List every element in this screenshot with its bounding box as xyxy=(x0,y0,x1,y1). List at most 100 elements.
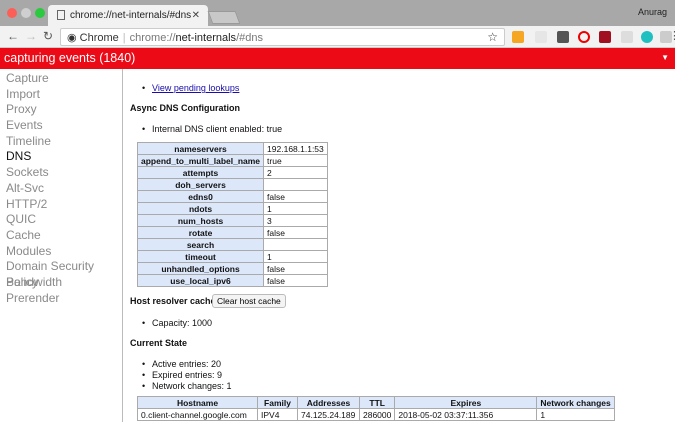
config-value: 1 xyxy=(263,250,328,263)
sidebar-item-bandwidth[interactable]: Bandwidth xyxy=(0,275,122,291)
maximize-window-button[interactable] xyxy=(35,8,45,18)
config-value: false xyxy=(263,190,328,203)
extension-gray-icon[interactable] xyxy=(621,31,633,43)
sidebar-item-alt-svc[interactable]: Alt-Svc xyxy=(0,181,122,197)
config-key: use_local_ipv6 xyxy=(136,274,265,287)
host-resolver-cache-title: Host resolver cache xyxy=(130,296,216,306)
column-header: Hostname xyxy=(137,396,258,409)
config-value xyxy=(263,178,328,191)
current-state-title: Current State xyxy=(130,338,188,348)
internal-dns-status: Internal DNS client enabled: true xyxy=(142,124,282,134)
config-row: num_hosts 3 xyxy=(136,214,328,227)
config-row: edns0 false xyxy=(136,190,328,203)
sidebar: Capture Import Proxy Events Timeline DNS… xyxy=(0,69,123,422)
table-cell: 1 xyxy=(536,408,615,421)
capture-status-bar: capturing events (1840) ▼ xyxy=(0,48,675,69)
clear-host-cache-button[interactable]: Clear host cache xyxy=(212,294,286,308)
omnibox-label: Chrome xyxy=(79,32,119,44)
config-key: nameservers xyxy=(136,142,265,155)
sidebar-item-prerender[interactable]: Prerender xyxy=(0,291,122,307)
reload-icon[interactable]: ↻ xyxy=(43,29,53,43)
table-cell: 74.125.24.189 xyxy=(297,408,360,421)
config-key: edns0 xyxy=(136,190,265,203)
table-row: 0.client-channel.google.com IPV4 74.125.24… xyxy=(137,408,615,421)
config-row: ndots 1 xyxy=(136,202,328,215)
sidebar-item-events[interactable]: Events xyxy=(0,118,122,134)
config-key: append_to_multi_label_name xyxy=(136,154,265,167)
expired-entries: Expired entries: 9 xyxy=(142,370,222,380)
sidebar-item-proxy[interactable]: Proxy xyxy=(0,102,122,118)
profile-name[interactable]: Anurag xyxy=(638,7,667,17)
config-value: false xyxy=(263,262,328,275)
network-changes: Network changes: 1 xyxy=(142,381,231,391)
sidebar-item-modules[interactable]: Modules xyxy=(0,244,122,260)
close-window-button[interactable] xyxy=(7,8,17,18)
pocket-icon[interactable] xyxy=(557,31,569,43)
sidebar-item-domain-security-policy[interactable]: Domain Security Policy xyxy=(0,259,122,289)
chrome-icon: ◉ xyxy=(67,32,77,44)
config-key: attempts xyxy=(136,166,265,179)
back-icon[interactable]: ← xyxy=(7,29,19,43)
config-value: 192.168.1.1:53 xyxy=(263,142,328,155)
column-header: Network changes xyxy=(536,396,615,409)
capacity-text: Capacity: 1000 xyxy=(142,318,212,328)
config-row: rotate false xyxy=(136,226,328,239)
extension-red-icon[interactable] xyxy=(599,31,611,43)
config-row: nameservers 192.168.1.1:53 xyxy=(136,142,328,155)
column-header: Expires xyxy=(394,396,538,409)
sidebar-item-capture[interactable]: Capture xyxy=(0,71,122,87)
column-header: TTL xyxy=(358,396,396,409)
extension-off-icon[interactable] xyxy=(512,31,524,43)
config-row: unhandled_options false xyxy=(136,262,328,275)
column-header: Family xyxy=(257,396,298,409)
column-header: Addresses xyxy=(297,396,360,409)
config-value: false xyxy=(263,226,328,239)
new-tab-button[interactable] xyxy=(207,11,241,24)
capture-status-text: capturing events (1840) xyxy=(4,51,136,65)
config-value: true xyxy=(263,154,328,167)
dropdown-arrow-icon[interactable]: ▼ xyxy=(661,53,669,62)
config-row: doh_servers xyxy=(136,178,328,191)
config-value: 1 xyxy=(263,202,328,215)
config-row: timeout 1 xyxy=(136,250,328,263)
config-row: append_to_multi_label_name true xyxy=(136,154,328,167)
sidebar-item-cache[interactable]: Cache xyxy=(0,228,122,244)
browser-tab[interactable]: chrome://net-internals/#dns ✕ xyxy=(48,5,208,26)
forward-icon[interactable]: → xyxy=(25,29,37,43)
address-bar[interactable]: ◉ Chrome | chrome://net-internals/#dns ☆ xyxy=(60,28,505,46)
url-scheme: chrome:// xyxy=(129,32,176,44)
sidebar-item-timeline[interactable]: Timeline xyxy=(0,134,122,150)
view-pending-lookups-link[interactable]: View pending lookups xyxy=(152,83,239,93)
bookmark-star-icon[interactable]: ☆ xyxy=(487,30,498,44)
config-row: use_local_ipv6 false xyxy=(136,274,328,287)
config-value: 2 xyxy=(263,166,328,179)
close-tab-icon[interactable]: ✕ xyxy=(192,10,200,21)
config-row: attempts 2 xyxy=(136,166,328,179)
sidebar-item-sockets[interactable]: Sockets xyxy=(0,165,122,181)
config-key: rotate xyxy=(136,226,265,239)
sidebar-item-dns[interactable]: DNS xyxy=(0,149,122,165)
table-cell: 2018-05-02 03:37:11.356 xyxy=(394,408,538,421)
async-dns-title: Async DNS Configuration xyxy=(130,103,241,113)
config-row: search xyxy=(136,238,328,251)
menu-icon[interactable]: ⋮ xyxy=(669,29,675,42)
extension-shield-icon[interactable] xyxy=(535,31,547,43)
config-key: unhandled_options xyxy=(136,262,265,275)
table-cell: 0.client-channel.google.com xyxy=(137,408,258,421)
dns-config-table: nameservers 192.168.1.1:53 append_to_multi… xyxy=(136,142,328,287)
sidebar-item-import[interactable]: Import xyxy=(0,87,122,103)
sidebar-item-quic[interactable]: QUIC xyxy=(0,212,122,228)
url-path: /#dns xyxy=(236,32,263,44)
url-host: net-internals xyxy=(175,32,237,44)
config-key: doh_servers xyxy=(136,178,265,191)
table-cell: IPV4 xyxy=(257,408,298,421)
tab-title: chrome://net-internals/#dns xyxy=(70,10,192,21)
minimize-window-button[interactable] xyxy=(21,8,31,18)
config-value: 3 xyxy=(263,214,328,227)
sidebar-item-http2[interactable]: HTTP/2 xyxy=(0,197,122,213)
extension-teal-icon[interactable] xyxy=(641,31,653,43)
config-key: ndots xyxy=(136,202,265,215)
config-value: false xyxy=(263,274,328,287)
config-key: num_hosts xyxy=(136,214,265,227)
opera-icon[interactable] xyxy=(578,31,590,43)
